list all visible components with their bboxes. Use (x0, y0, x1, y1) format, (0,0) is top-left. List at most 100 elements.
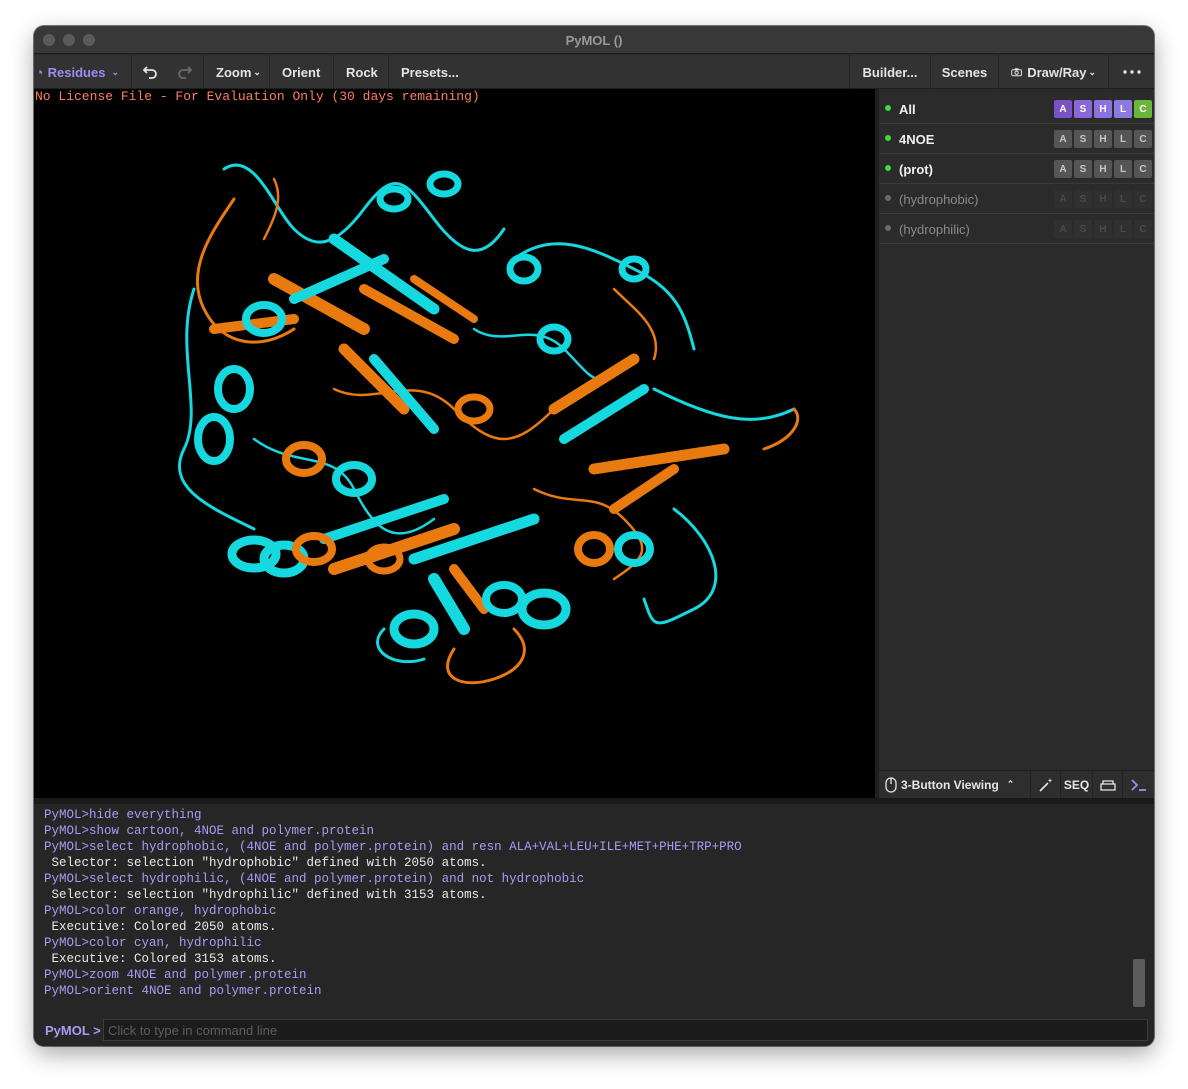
console-scrollbar[interactable] (1133, 959, 1145, 1007)
disabled-dot[interactable] (885, 225, 891, 231)
hide-button[interactable]: H (1094, 130, 1112, 148)
3d-viewport[interactable]: No License File - For Evaluation Only (3… (34, 89, 875, 798)
sofa-icon (1099, 779, 1116, 791)
object-row-all[interactable]: All A S H L C (879, 94, 1154, 124)
object-row-hydrophilic[interactable]: (hydrophilic) A S H L C (879, 214, 1154, 244)
action-button[interactable]: A (1054, 220, 1072, 238)
hide-button[interactable]: H (1094, 190, 1112, 208)
command-prompt: PyMOL > (45, 1023, 101, 1038)
draw-ray-label: Draw/Ray (1027, 64, 1087, 80)
action-button[interactable]: A (1054, 100, 1072, 118)
object-name: All (899, 102, 916, 117)
action-button[interactable]: A (1054, 130, 1072, 148)
terminal-icon (1130, 778, 1146, 791)
chevron-up-icon: ⌃ (1006, 779, 1015, 789)
console-output: PyMOL>hide everything PyMOL>show cartoon… (34, 804, 1154, 1014)
main-toolbar: Residues ⌄ Zoom⌄ Orient Rock Presets... (34, 55, 1154, 89)
console-line: PyMOL>zoom 4NOE and polymer.protein (44, 968, 307, 982)
mouse-icon (885, 776, 897, 793)
object-row-4noe[interactable]: 4NOE A S H L C (879, 124, 1154, 154)
console-line: Selector: selection "hydrophobic" define… (44, 856, 487, 870)
scenes-button[interactable]: Scenes (931, 55, 999, 89)
draw-ray-button[interactable]: Draw/Ray ⌄ (999, 55, 1109, 89)
object-row-prot[interactable]: (prot) A S H L C (879, 154, 1154, 184)
console-button[interactable] (1123, 771, 1154, 799)
hide-button[interactable]: H (1094, 160, 1112, 178)
disabled-dot[interactable] (885, 195, 891, 201)
orient-label: Orient (282, 64, 321, 80)
sequence-button[interactable]: SEQ (1061, 770, 1093, 799)
action-button[interactable]: A (1054, 190, 1072, 208)
protein-cartoon (177, 163, 800, 685)
undo-icon[interactable] (142, 65, 158, 79)
label-button[interactable]: L (1114, 130, 1132, 148)
mouse-mode-dropdown[interactable]: Residues ⌄ (34, 55, 132, 89)
redo-icon[interactable] (177, 65, 193, 79)
object-panel: All A S H L C 4NOE A S H L C (prot) A S … (879, 89, 1154, 770)
scenes-label: Scenes (941, 64, 988, 80)
console-line: Selector: selection "hydrophilic" define… (44, 888, 487, 902)
presets-button[interactable]: Presets... (389, 55, 479, 89)
console-line: PyMOL>color cyan, hydrophilic (44, 936, 262, 950)
show-button[interactable]: S (1074, 160, 1092, 178)
wizard-button[interactable] (1031, 770, 1061, 799)
chevron-down-icon: ⌄ (111, 66, 119, 77)
show-button[interactable]: S (1074, 130, 1092, 148)
rock-label: Rock (346, 64, 378, 80)
enabled-dot[interactable] (885, 105, 891, 111)
color-button[interactable]: C (1134, 100, 1152, 118)
object-name: (hydrophobic) (899, 192, 979, 207)
color-button[interactable]: C (1134, 190, 1152, 208)
zoom-button[interactable]: Zoom ⌄ (204, 55, 270, 89)
show-button[interactable]: S (1074, 220, 1092, 238)
orient-button[interactable]: Orient (270, 55, 334, 89)
object-name: (hydrophilic) (899, 222, 970, 237)
more-icon (1122, 70, 1141, 74)
command-input[interactable] (103, 1019, 1148, 1041)
color-button[interactable]: C (1134, 160, 1152, 178)
builder-label: Builder... (862, 64, 918, 80)
console-line: PyMOL>show cartoon, 4NOE and polymer.pro… (44, 824, 375, 838)
object-name: 4NOE (899, 132, 935, 147)
console-line: PyMOL>hide everything (44, 808, 202, 822)
undo-redo-group (132, 55, 204, 89)
console-line: PyMOL>orient 4NOE and polymer.protein (44, 984, 322, 998)
camera-icon (1011, 68, 1022, 77)
mouse-mode-label: Residues (47, 64, 106, 80)
presets-label: Presets... (401, 64, 459, 80)
show-button[interactable]: S (1074, 100, 1092, 118)
action-button[interactable]: A (1054, 160, 1072, 178)
panel-bottom-bar: 3-Button Viewing ⌃ SEQ (879, 770, 1154, 799)
object-row-hydrophobic[interactable]: (hydrophobic) A S H L C (879, 184, 1154, 214)
console-line: Executive: Colored 2050 atoms. (44, 920, 277, 934)
hide-button[interactable]: H (1094, 220, 1112, 238)
chevron-down-icon: ⌄ (1088, 66, 1096, 77)
more-button[interactable] (1109, 55, 1154, 89)
label-button[interactable]: L (1114, 190, 1132, 208)
zoom-label: Zoom (216, 64, 252, 80)
object-name: (prot) (899, 162, 933, 177)
hide-button[interactable]: H (1094, 100, 1112, 118)
console-line: PyMOL>color orange, hydrophobic (44, 904, 277, 918)
enabled-dot[interactable] (885, 135, 891, 141)
title-bar: PyMOL () (34, 26, 1154, 54)
viewing-mode-dropdown[interactable]: 3-Button Viewing ⌃ (879, 770, 1031, 799)
window-title: PyMOL () (565, 33, 623, 48)
console-line: Executive: Colored 3153 atoms. (44, 952, 277, 966)
show-button[interactable]: S (1074, 190, 1092, 208)
chevron-down-icon: ⌄ (253, 66, 261, 77)
pymol-window: PyMOL () Residues ⌄ Zoom ⌄ Orient Rock P… (34, 26, 1154, 1046)
builder-button[interactable]: Builder... (849, 55, 931, 89)
scene-panel-button[interactable] (1093, 770, 1123, 799)
console-line: PyMOL>select hydrophobic, (4NOE and poly… (44, 840, 742, 854)
label-button[interactable]: L (1114, 220, 1132, 238)
rock-button[interactable]: Rock (334, 55, 389, 89)
wand-icon (1038, 777, 1052, 792)
label-button[interactable]: L (1114, 100, 1132, 118)
enabled-dot[interactable] (885, 165, 891, 171)
command-bar: PyMOL > (34, 1014, 1154, 1046)
color-button[interactable]: C (1134, 130, 1152, 148)
label-button[interactable]: L (1114, 160, 1132, 178)
color-button[interactable]: C (1134, 220, 1152, 238)
seq-label: SEQ (1063, 777, 1090, 792)
